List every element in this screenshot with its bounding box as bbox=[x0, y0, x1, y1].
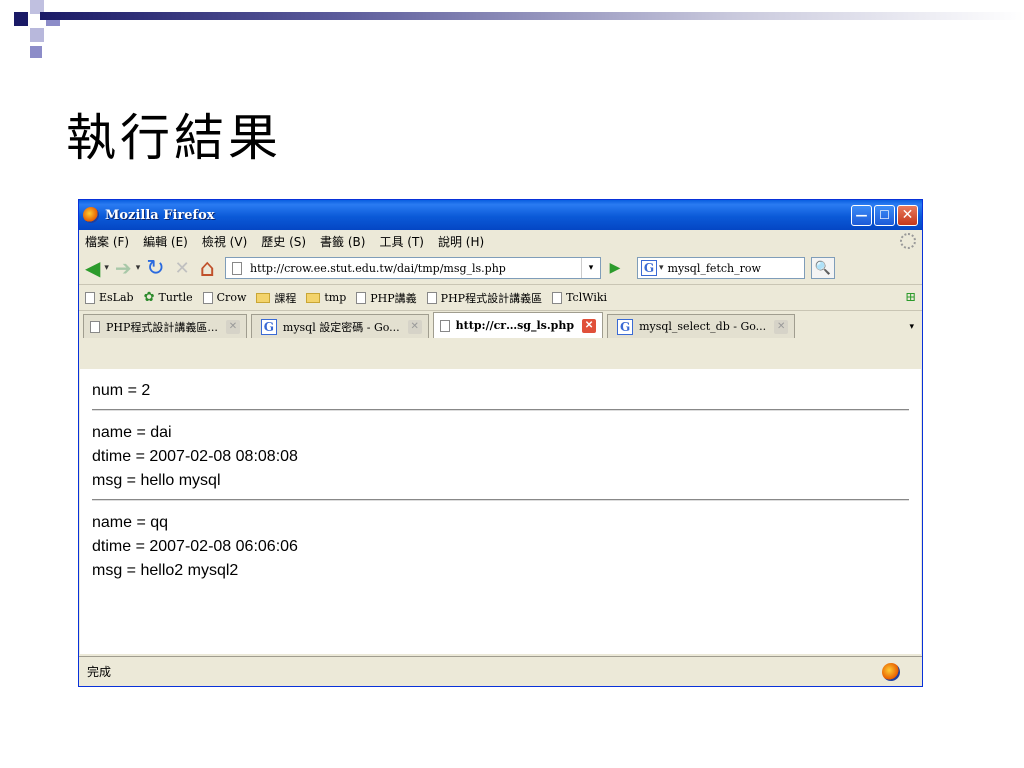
bookmark-folder-courses[interactable]: 課程 bbox=[256, 290, 296, 306]
tab-close-icon[interactable]: ✕ bbox=[774, 319, 789, 334]
page-icon bbox=[85, 291, 95, 304]
folder-icon bbox=[256, 292, 271, 303]
menu-bookmarks[interactable]: 書籤 (B) bbox=[320, 233, 365, 250]
bookmark-php-area[interactable]: PHP程式設計講義區 bbox=[426, 290, 542, 306]
forward-icon[interactable]: ➔ bbox=[115, 256, 132, 280]
title-bar[interactable]: Mozilla Firefox — ☐ ✕ bbox=[79, 200, 922, 230]
menu-file[interactable]: 檔案 (F) bbox=[85, 233, 129, 250]
bookmark-folder-tmp[interactable]: tmp bbox=[306, 291, 346, 304]
reload-icon[interactable]: ↻ bbox=[146, 256, 164, 281]
search-bar[interactable]: G ▾ mysql_fetch_row bbox=[636, 257, 805, 279]
menu-history[interactable]: 歷史 (S) bbox=[261, 233, 306, 250]
url-input[interactable]: http://crow.ee.stut.edu.tw/dai/tmp/msg_l… bbox=[250, 262, 581, 275]
throbber-icon bbox=[900, 233, 916, 249]
stop-icon[interactable]: ✕ bbox=[175, 258, 190, 279]
firefox-icon bbox=[83, 207, 99, 223]
deco-gradient-bar bbox=[40, 12, 1024, 20]
search-icon[interactable]: 🔍 bbox=[810, 257, 835, 279]
record-name: name = dai bbox=[92, 424, 172, 441]
bookmark-crow[interactable]: Crow bbox=[202, 291, 246, 304]
google-icon: G bbox=[260, 318, 277, 335]
deco-square-dark bbox=[14, 12, 28, 26]
close-button[interactable]: ✕ bbox=[897, 204, 918, 226]
menu-help[interactable]: 說明 (H) bbox=[438, 233, 484, 250]
record-name: name = qq bbox=[92, 514, 169, 531]
record-dtime: dtime = 2007-02-08 08:08:08 bbox=[92, 448, 298, 465]
record-dtime: dtime = 2007-02-08 06:06:06 bbox=[92, 538, 298, 555]
deco-square-small bbox=[30, 28, 44, 42]
status-bar: 完成 bbox=[79, 656, 922, 686]
tab-close-icon[interactable]: ✕ bbox=[582, 318, 597, 333]
tab-mysql-select-db[interactable]: G mysql_select_db - Go... ✕ bbox=[607, 314, 796, 338]
home-icon[interactable]: ⌂ bbox=[200, 254, 215, 282]
bookmark-eslab[interactable]: EsLab bbox=[85, 291, 134, 304]
tab-close-icon[interactable]: ✕ bbox=[225, 319, 240, 334]
menu-view[interactable]: 檢視 (V) bbox=[202, 233, 247, 250]
tab-bar: PHP程式設計講義區... ✕ G mysql 設定密碼 - Go... ✕ h… bbox=[79, 310, 922, 338]
page-icon bbox=[439, 319, 450, 332]
search-input[interactable]: mysql_fetch_row bbox=[664, 262, 804, 275]
tab-close-icon[interactable]: ✕ bbox=[407, 319, 422, 334]
record-msg: msg = hello2 mysql2 bbox=[92, 562, 239, 579]
tab-msg-ls[interactable]: http://cr…sg_ls.php ✕ bbox=[432, 312, 604, 338]
record-msg: msg = hello mysql bbox=[92, 472, 221, 489]
browser-window: Mozilla Firefox — ☐ ✕ 檔案 (F) 編輯 (E) 檢視 (… bbox=[78, 199, 923, 687]
tab-php-area[interactable]: PHP程式設計講義區... ✕ bbox=[83, 314, 247, 338]
page-icon bbox=[552, 291, 563, 304]
folder-icon bbox=[306, 292, 321, 303]
turtle-icon: ✿ bbox=[143, 290, 155, 305]
menu-tools[interactable]: 工具 (T) bbox=[379, 233, 424, 250]
url-bar[interactable]: http://crow.ee.stut.edu.tw/dai/tmp/msg_l… bbox=[224, 257, 601, 279]
page-icon bbox=[90, 320, 100, 333]
page-icon bbox=[426, 291, 437, 304]
divider bbox=[92, 409, 909, 411]
google-icon: G bbox=[617, 318, 634, 335]
bookmark-turtle[interactable]: ✿ Turtle bbox=[144, 290, 193, 305]
menu-edit[interactable]: 編輯 (E) bbox=[143, 233, 188, 250]
num-line: num = 2 bbox=[92, 382, 151, 399]
bookmark-php-notes[interactable]: PHP講義 bbox=[356, 290, 417, 306]
back-dropdown-icon[interactable]: ▾ bbox=[104, 263, 109, 273]
tab-list-dropdown-icon[interactable]: ▾ bbox=[909, 322, 918, 338]
slide-title: 執行結果 bbox=[66, 109, 282, 167]
maximize-button[interactable]: ☐ bbox=[874, 204, 895, 226]
firefox-status-icon[interactable] bbox=[882, 662, 900, 681]
window-title: Mozilla Firefox bbox=[105, 207, 215, 223]
page-content: num = 2 name = dai dtime = 2007-02-08 08… bbox=[80, 369, 921, 654]
url-dropdown-icon[interactable]: ▾ bbox=[580, 258, 600, 278]
deco-square-bottom bbox=[30, 46, 42, 58]
menu-bar: 檔案 (F) 編輯 (E) 檢視 (V) 歷史 (S) 書籤 (B) 工具 (T… bbox=[79, 230, 922, 252]
minimize-button[interactable]: — bbox=[851, 204, 872, 226]
bookmarks-toolbar: EsLab ✿ Turtle Crow 課程 tmp PHP講義 PHP程式設計講… bbox=[79, 284, 922, 310]
page-icon bbox=[231, 261, 242, 275]
go-icon[interactable]: ▶ bbox=[605, 258, 625, 278]
status-text: 完成 bbox=[87, 665, 112, 679]
page-icon bbox=[356, 291, 367, 304]
navigation-toolbar: ◀ ▾ ➔ ▾ ↻ ✕ ⌂ http://crow.ee.stut.edu.tw… bbox=[79, 252, 922, 284]
add-bookmark-icon[interactable]: ⊞ bbox=[905, 290, 916, 305]
back-icon[interactable]: ◀ bbox=[85, 256, 100, 280]
bookmark-tclwiki[interactable]: TclWiki bbox=[552, 291, 607, 304]
forward-dropdown-icon[interactable]: ▾ bbox=[136, 263, 141, 273]
divider bbox=[92, 499, 909, 501]
page-icon bbox=[202, 291, 213, 304]
google-icon[interactable]: G bbox=[640, 260, 657, 276]
tab-mysql-password[interactable]: G mysql 設定密碼 - Go... ✕ bbox=[250, 314, 429, 338]
